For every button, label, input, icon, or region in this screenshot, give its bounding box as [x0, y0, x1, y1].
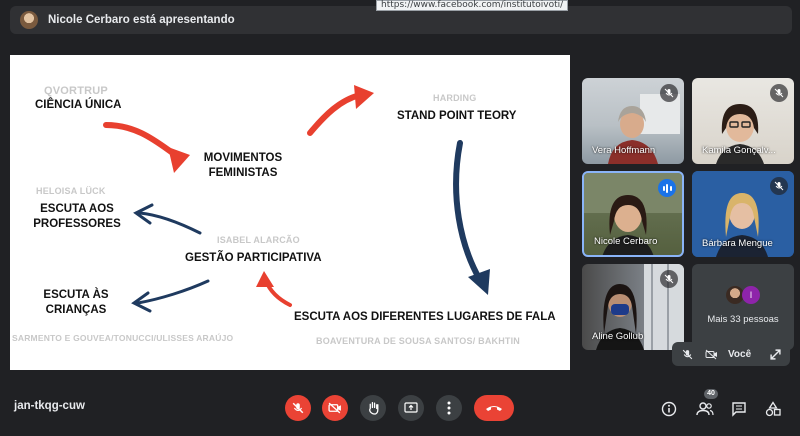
participant-tile-active-speaker[interactable]: Nicole Cerbaro: [582, 171, 684, 257]
toggle-mic-button[interactable]: [285, 395, 311, 421]
chat-button[interactable]: [728, 398, 750, 420]
activities-icon: [765, 401, 781, 417]
author-isabel: ISABEL ALARCÃO: [217, 235, 300, 245]
red-arrow-3: [256, 271, 292, 307]
mic-off-icon: [770, 84, 788, 102]
mic-off-icon: [292, 402, 304, 414]
red-arrow-1: [103, 122, 190, 173]
meet-screen: Nicole Cerbaro está apresentando https:/…: [0, 0, 800, 436]
present-screen-button[interactable]: [398, 395, 424, 421]
people-icon: [696, 402, 714, 416]
label-stand-point: STAND POINT TEORY: [397, 110, 517, 122]
more-vert-icon: [447, 401, 451, 415]
camera-off-icon: [328, 402, 341, 414]
participant-tile[interactable]: Kamila Gonçalv...: [692, 78, 794, 164]
participant-name: Kamila Gonçalv...: [702, 145, 776, 156]
author-boaventura: BOAVENTURA DE SOUSA SANTOS/ BAKHTIN: [316, 336, 521, 346]
people-button[interactable]: [694, 398, 716, 420]
speaking-indicator-icon: [658, 179, 676, 197]
expand-icon[interactable]: [766, 345, 784, 363]
avatar-letter: I: [742, 286, 760, 304]
more-people-label: Mais 33 pessoas: [707, 314, 779, 325]
self-view-bar[interactable]: Você: [672, 342, 790, 366]
label-escuta-lugares: ESCUTA AOS DIFERENTES LUGARES DE FALA: [294, 311, 556, 323]
author-harding: HARDING: [433, 93, 477, 103]
camera-off-icon: [702, 345, 720, 363]
mic-off-icon: [678, 345, 696, 363]
participant-name: Nicole Cerbaro: [594, 236, 658, 247]
shared-slide: QVORTRUP CIÊNCIA ÚNICA HARDING STAND POI…: [10, 55, 570, 370]
raise-hand-button[interactable]: [360, 395, 386, 421]
author-qvortrup: QVORTRUP: [44, 85, 108, 97]
leave-call-button[interactable]: [474, 395, 514, 421]
presenting-text: Nicole Cerbaro está apresentando: [48, 14, 235, 26]
mic-off-icon: [770, 177, 788, 195]
participant-name: Vera Hoffmann: [592, 145, 656, 156]
activities-button[interactable]: [762, 398, 784, 420]
presenter-avatar: [20, 11, 38, 29]
participant-name: Aline Gollub: [592, 331, 644, 342]
author-sarmento: SARMENTO E GOUVEA/TONUCCI/ULISSES ARAÚJO: [12, 333, 234, 343]
mic-off-icon: [660, 84, 678, 102]
participant-name: Bárbara Mengue: [702, 238, 773, 249]
more-avatars: I: [726, 286, 760, 304]
meeting-details-button[interactable]: [658, 398, 680, 420]
mic-off-icon: [660, 270, 678, 288]
participant-tile[interactable]: Vera Hoffmann: [582, 78, 684, 164]
info-icon: [661, 401, 677, 417]
url-tooltip: https://www.facebook.com/institutoivoti/: [376, 0, 569, 11]
participant-tile[interactable]: Aline Gollub: [582, 264, 684, 350]
label-escuta-criancas: ESCUTA ÀS CRIANÇAS: [43, 289, 109, 316]
label-movimentos: MOVIMENTOS FEMINISTAS: [203, 152, 283, 179]
more-participants-tile[interactable]: I Mais 33 pessoas: [692, 264, 794, 350]
label-ciencia-unica: CIÊNCIA ÚNICA: [35, 99, 122, 111]
hang-up-icon: [486, 406, 502, 411]
navy-arrow-down: [453, 140, 490, 295]
navy-arrow-left-1: [133, 203, 202, 235]
author-heloisa: HELOISA LÜCK: [36, 186, 106, 196]
navy-arrow-left-2: [131, 279, 210, 313]
hand-icon: [368, 401, 378, 415]
toggle-camera-button[interactable]: [322, 395, 348, 421]
chat-icon: [732, 402, 746, 417]
self-view-label: Você: [728, 348, 752, 360]
red-arrow-2: [307, 85, 374, 136]
present-screen-icon: [404, 402, 418, 413]
participant-count-badge: 40: [704, 389, 718, 399]
more-options-button[interactable]: [436, 395, 462, 421]
label-gestao: GESTÃO PARTICIPATIVA: [185, 252, 322, 264]
meeting-code: jan-tkqg-cuw: [14, 400, 85, 412]
participant-tile[interactable]: Bárbara Mengue: [692, 171, 794, 257]
label-escuta-professores: ESCUTA AOS PROFESSORES: [33, 203, 121, 230]
